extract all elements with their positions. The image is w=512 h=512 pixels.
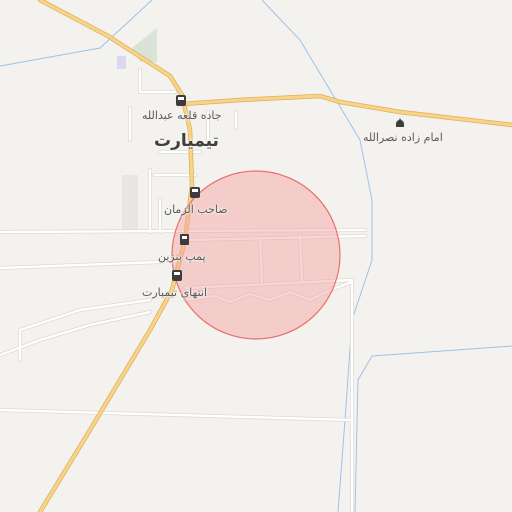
label-shrine: امام زاده نصرالله — [363, 131, 443, 144]
bus-stop-icon[interactable] — [176, 95, 186, 106]
built-area — [122, 175, 138, 232]
bus-stop-icon[interactable] — [190, 187, 200, 198]
label-stop-saheb: صاحب الزمان — [164, 203, 228, 216]
fuel-pump-icon[interactable] — [180, 234, 189, 245]
label-stop-end: انتهای تیمیارت — [142, 286, 208, 299]
shrine-icon[interactable] — [396, 118, 404, 127]
map-base-layer — [0, 0, 512, 512]
label-stop-abdollah: جاده قلعه عبدالله — [142, 109, 222, 122]
bus-stop-icon[interactable] — [172, 270, 182, 281]
small-building — [117, 56, 126, 69]
label-fuel-station: پمپ بنزین — [158, 250, 206, 263]
map-canvas[interactable]: جاده قلعه عبدالله تیمیارت صاحب الزمان پم… — [0, 0, 512, 512]
label-town: تیمیارت — [154, 131, 219, 151]
